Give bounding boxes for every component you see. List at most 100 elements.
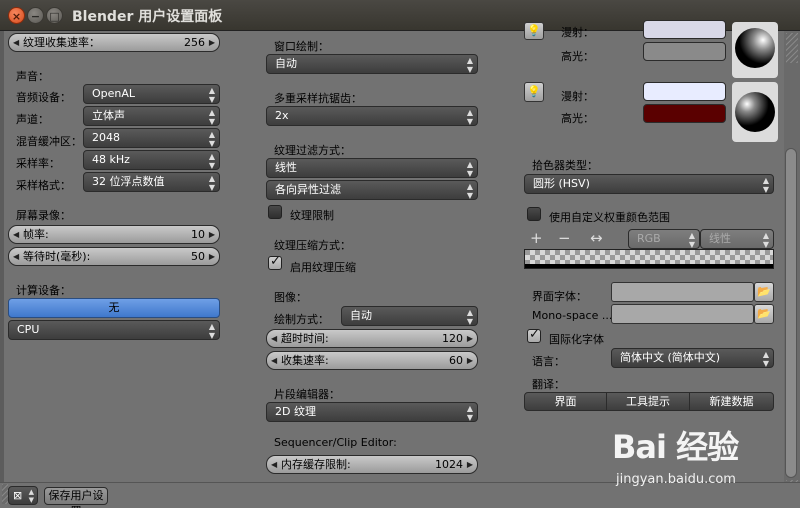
channels-label: 声道：: [16, 113, 49, 126]
interface-font-field[interactable]: [611, 282, 754, 302]
updown-arrows-icon: ▲ ▼: [762, 176, 769, 194]
mono-font-label: Mono-space ...: [532, 309, 613, 322]
minimize-window-button[interactable]: −: [27, 7, 44, 24]
sample-rate-dropdown[interactable]: 48 kHz ▲ ▼: [83, 150, 220, 170]
light1-diffuse-color[interactable]: [643, 20, 726, 39]
panel-left-border: [0, 31, 4, 482]
updown-arrows-icon: ▲ ▼: [466, 108, 473, 126]
screencast-fps-field[interactable]: ◀ 帧率: 10 ▶: [8, 225, 220, 244]
save-user-settings-button[interactable]: 保存用户设置: [44, 487, 108, 508]
decrement-arrow-icon: ◀: [271, 356, 278, 365]
updown-arrows-icon: ▲ ▼: [466, 56, 473, 74]
anisotropic-filter-dropdown[interactable]: 各向异性过滤 ▲ ▼: [266, 180, 478, 200]
color-mode-dropdown[interactable]: RGB ▲ ▼: [628, 229, 700, 249]
texture-limit-label: 纹理限制: [290, 209, 334, 222]
updown-arrows-icon: ▲ ▼: [208, 130, 215, 148]
image-draw-label: 绘制方式：: [274, 313, 329, 326]
compute-device-type-button[interactable]: 无: [8, 298, 220, 318]
add-stop-icon[interactable]: +: [530, 229, 543, 247]
decrement-arrow-icon: ◀: [271, 460, 278, 469]
color-picker-dropdown[interactable]: 圆形 (HSV) ▲ ▼: [524, 174, 774, 194]
light2-sphere: [735, 92, 775, 132]
updown-arrows-icon: ▲ ▼: [466, 160, 473, 178]
light1-preview: [732, 22, 778, 78]
area-split-grip[interactable]: [786, 33, 798, 63]
color-ramp[interactable]: [524, 249, 774, 269]
color-picker-label: 拾色器类型：: [532, 159, 598, 172]
language-dropdown[interactable]: 简体中文 (简体中文) ▲ ▼: [611, 348, 774, 368]
baidu-jingyan-watermark: Bai 经验 jingyan.baidu.com: [612, 418, 762, 490]
remove-stop-icon[interactable]: −: [558, 229, 571, 247]
maximize-window-button[interactable]: □: [46, 7, 63, 24]
image-timeout-field[interactable]: ◀ 超时时间: 120 ▶: [266, 329, 478, 348]
updown-arrows-icon: ▲ ▼: [466, 182, 473, 200]
mix-buffer-dropdown[interactable]: 2048 ▲ ▼: [83, 128, 220, 148]
updown-arrows-icon: ▲ ▼: [208, 322, 215, 340]
updown-arrows-icon: ▲ ▼: [208, 152, 215, 170]
texture-compression-checkbox[interactable]: ✓: [268, 254, 282, 270]
audio-device-dropdown[interactable]: OpenAL ▲ ▼: [83, 84, 220, 104]
interpolation-dropdown[interactable]: 线性 ▲ ▼: [700, 229, 774, 249]
light1-specular-color[interactable]: [643, 42, 726, 61]
translate-label: 翻译：: [532, 378, 565, 391]
custom-weight-checkbox[interactable]: [527, 207, 541, 221]
image-collect-rate-field[interactable]: ◀ 收集速率: 60 ▶: [266, 351, 478, 370]
translate-tooltips-button[interactable]: 工具提示: [606, 392, 690, 411]
folder-icon: 📂: [757, 307, 771, 320]
clip-editor-dropdown[interactable]: 2D 纹理 ▲ ▼: [266, 402, 478, 422]
maximize-icon: □: [49, 10, 60, 23]
decrement-arrow-icon: ◀: [13, 252, 20, 261]
light1-sphere: [735, 28, 775, 68]
texture-compression-check-label: 启用纹理压缩: [290, 261, 356, 274]
texture-filter-dropdown[interactable]: 线性 ▲ ▼: [266, 158, 478, 178]
increment-arrow-icon: ▶: [208, 252, 215, 261]
texture-filter-label: 纹理过滤方式：: [274, 144, 351, 157]
sample-format-dropdown[interactable]: 32 位浮点数值 ▲ ▼: [83, 172, 220, 192]
watermark-logo-text: Bai 经验: [612, 428, 739, 466]
decrement-arrow-icon: ◀: [271, 334, 278, 343]
minimize-icon: −: [30, 10, 41, 23]
light2-diffuse-color[interactable]: [643, 82, 726, 101]
light-toggle-2[interactable]: 💡: [524, 82, 544, 102]
translate-new-data-button[interactable]: 新建数据: [689, 392, 774, 411]
mix-buffer-label: 混音缓冲区：: [16, 135, 82, 148]
window-draw-dropdown[interactable]: 自动 ▲ ▼: [266, 54, 478, 74]
window-draw-label: 窗口绘制：: [274, 40, 329, 53]
image-draw-dropdown[interactable]: 自动 ▲ ▼: [341, 306, 478, 326]
mono-font-browse-button[interactable]: 📂: [754, 304, 774, 324]
compute-device-dropdown[interactable]: CPU ▲ ▼: [8, 320, 220, 340]
light1-diffuse-label: 漫射：: [561, 26, 594, 39]
screencast-wait-field[interactable]: ◀ 等待时(毫秒): 50 ▶: [8, 247, 220, 266]
interface-font-browse-button[interactable]: 📂: [754, 282, 774, 302]
close-window-button[interactable]: ×: [8, 7, 25, 24]
light-toggle-1[interactable]: 💡: [524, 22, 544, 40]
editor-type-button[interactable]: ⊠ ▲ ▼: [8, 486, 38, 505]
increment-arrow-icon: ▶: [208, 38, 215, 47]
multisample-dropdown[interactable]: 2x ▲ ▼: [266, 106, 478, 126]
updown-arrows-icon: ▲ ▼: [762, 231, 769, 249]
flip-ramp-icon[interactable]: ↔: [590, 229, 603, 247]
lightbulb-icon: 💡: [527, 85, 541, 98]
increment-arrow-icon: ▶: [466, 356, 473, 365]
increment-arrow-icon: ▶: [466, 334, 473, 343]
light2-specular-color[interactable]: [643, 104, 726, 123]
custom-weight-label: 使用自定义权重颜色范围: [549, 211, 670, 224]
memory-cache-limit-field[interactable]: ◀ 内存缓存限制: 1024 ▶: [266, 455, 478, 474]
scrollbar-thumb[interactable]: [785, 148, 797, 478]
mono-font-field[interactable]: [611, 304, 754, 324]
editor-type-icon: ⊠: [13, 489, 23, 502]
channels-dropdown[interactable]: 立体声 ▲ ▼: [83, 106, 220, 126]
texture-collection-rate-field[interactable]: ◀ 纹理收集速率： 256 ▶: [8, 33, 220, 52]
texture-limit-checkbox[interactable]: [268, 205, 282, 219]
international-fonts-checkbox[interactable]: ✓: [527, 327, 541, 343]
interface-font-label: 界面字体：: [532, 290, 587, 303]
sequencer-label: Sequencer/Clip Editor:: [274, 436, 397, 449]
updown-arrows-icon: ▲ ▼: [208, 174, 215, 192]
language-label: 语言：: [532, 355, 565, 368]
sample-format-label: 采样格式：: [16, 179, 71, 192]
translate-interface-button[interactable]: 界面: [524, 392, 607, 411]
close-icon: ×: [11, 10, 22, 23]
updown-arrows-icon: ▲ ▼: [208, 108, 215, 126]
updown-arrows-icon: ▲ ▼: [28, 488, 34, 504]
updown-arrows-icon: ▲ ▼: [688, 231, 695, 249]
